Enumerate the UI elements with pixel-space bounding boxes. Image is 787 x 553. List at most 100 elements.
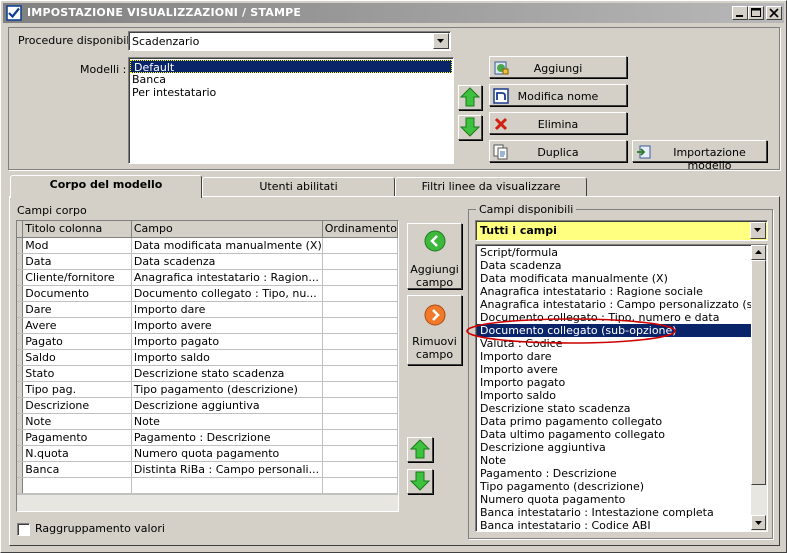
aggiungi-button[interactable]: Aggiungi (489, 56, 627, 78)
campo-move-down-button[interactable] (407, 469, 433, 494)
cell-campo[interactable]: Numero quota pagamento (131, 445, 323, 462)
cell-campo[interactable]: Data modificata manualmente (X) (131, 237, 323, 254)
tab-utenti-abilitati[interactable]: Utenti abilitati (202, 177, 395, 197)
cell-titolo[interactable]: Stato (22, 365, 132, 382)
cell-campo[interactable]: Descrizione stato scadenza (131, 365, 323, 382)
model-move-up-button[interactable] (458, 85, 482, 110)
campi-corpo-grid[interactable]: Titolo colonna Campo Ordinamento Mod Data… (16, 220, 399, 512)
cell-titolo[interactable]: Tipo pag. (22, 381, 132, 398)
campi-disponibili-list[interactable]: Script/formula Data scadenza Data modifica… (475, 244, 768, 532)
cell-titolo[interactable]: Data (22, 253, 132, 270)
cell-titolo[interactable]: Mod (22, 237, 132, 254)
table-row[interactable]: Data Data scadenza (17, 253, 398, 270)
table-row[interactable]: Stato Descrizione stato scadenza (17, 365, 398, 382)
cell-ordinamento[interactable] (322, 365, 398, 382)
raggruppamento-checkbox[interactable] (17, 523, 30, 536)
empty-cell[interactable] (131, 477, 323, 494)
modifica-nome-button[interactable]: Modifica nome (489, 84, 627, 106)
campi-filter-dropdown-button[interactable] (750, 222, 766, 239)
scroll-down-button[interactable] (751, 515, 766, 530)
cell-titolo[interactable]: N.quota (22, 445, 132, 462)
aggiungi-campo-button[interactable]: Aggiungi campo (407, 223, 462, 289)
modelli-item[interactable]: Per intestatario (129, 86, 453, 99)
elimina-button[interactable]: Elimina (489, 112, 627, 134)
table-row[interactable]: Avere Importo avere (17, 317, 398, 334)
campo-disponibile-item[interactable]: Numero quota pagamento (477, 493, 752, 506)
cell-campo[interactable]: Importo dare (131, 301, 323, 318)
campo-disponibile-item[interactable]: Importo pagato (477, 376, 752, 389)
cell-ordinamento[interactable] (322, 397, 398, 414)
campo-disponibile-item[interactable]: Banca intestatario : Codice ABI (477, 519, 752, 531)
campo-disponibile-item[interactable]: Data ultimo pagamento collegato (477, 428, 752, 441)
cell-ordinamento[interactable] (322, 253, 398, 270)
model-move-down-button[interactable] (458, 115, 482, 140)
table-row[interactable]: Pagamento Pagamento : Descrizione (17, 429, 398, 446)
cell-campo[interactable]: Importo avere (131, 317, 323, 334)
cell-campo[interactable]: Documento collegato : Tipo, nu... (131, 285, 323, 302)
cell-campo[interactable]: Tipo pagamento (descrizione) (131, 381, 323, 398)
cell-titolo[interactable]: Descrizione (22, 397, 132, 414)
table-row[interactable]: Saldo Importo saldo (17, 349, 398, 366)
cell-titolo[interactable]: Cliente/fornitore (22, 269, 132, 286)
cell-ordinamento[interactable] (322, 237, 398, 254)
cell-ordinamento[interactable] (322, 333, 398, 350)
campo-disponibile-item[interactable]: Descrizione aggiuntiva (477, 441, 752, 454)
campo-disponibile-item[interactable]: Pagamento : Descrizione (477, 467, 752, 480)
cell-titolo[interactable]: Pagato (22, 333, 132, 350)
cell-titolo[interactable]: Note (22, 413, 132, 430)
table-row[interactable]: Note Note (17, 413, 398, 430)
campo-disponibile-item[interactable]: Data scadenza (477, 259, 752, 272)
cell-ordinamento[interactable] (322, 445, 398, 462)
campo-disponibile-item[interactable]: Banca intestatario : Intestazione comple… (477, 506, 752, 519)
campo-disponibile-item[interactable]: Note (477, 454, 752, 467)
cell-titolo[interactable]: Banca (22, 461, 132, 478)
scroll-thumb[interactable] (751, 260, 766, 485)
cell-campo[interactable]: Pagamento : Descrizione (131, 429, 323, 446)
campo-disponibile-item[interactable]: Data primo pagamento collegato (477, 415, 752, 428)
cell-campo[interactable]: Anagrafica intestatario : Ragion... (131, 269, 323, 286)
table-row[interactable]: Descrizione Descrizione aggiuntiva (17, 397, 398, 414)
cell-ordinamento[interactable] (322, 413, 398, 430)
cell-ordinamento[interactable] (322, 301, 398, 318)
grid-horizontal-scrollbar[interactable] (17, 494, 398, 511)
campi-filter-combobox[interactable]: Tutti i campi (475, 220, 768, 241)
column-header-campo[interactable]: Campo (131, 221, 323, 238)
duplica-button[interactable]: Duplica (489, 140, 627, 162)
campo-disponibile-item[interactable]: Importo saldo (477, 389, 752, 402)
empty-cell[interactable] (22, 477, 132, 494)
cell-campo[interactable]: Data scadenza (131, 253, 323, 270)
cell-ordinamento[interactable] (322, 429, 398, 446)
cell-titolo[interactable]: Avere (22, 317, 132, 334)
table-row[interactable]: Pagato Importo pagato (17, 333, 398, 350)
cell-titolo[interactable]: Dare (22, 301, 132, 318)
campo-disponibile-item[interactable]: Tipo pagamento (descrizione) (477, 480, 752, 493)
modelli-list[interactable]: Default Banca Per intestatario (128, 57, 454, 164)
modelli-item[interactable]: Default (130, 60, 452, 74)
campo-disponibile-item[interactable]: Script/formula (477, 246, 752, 259)
tab-corpo-del-modello[interactable]: Corpo del modello (10, 175, 202, 198)
column-header-titolo[interactable]: Titolo colonna (22, 221, 132, 238)
cell-ordinamento[interactable] (322, 269, 398, 286)
cell-titolo[interactable]: Saldo (22, 349, 132, 366)
campo-disponibile-item[interactable]: Anagrafica intestatario : Ragione social… (477, 285, 752, 298)
table-row[interactable]: Documento Documento collegato : Tipo, nu.… (17, 285, 398, 302)
cell-campo[interactable]: Distinta RiBa : Campo personali... (131, 461, 323, 478)
table-row[interactable]: Mod Data modificata manualmente (X) (17, 237, 398, 254)
table-row[interactable]: N.quota Numero quota pagamento (17, 445, 398, 462)
list-vertical-scrollbar[interactable] (751, 245, 767, 531)
close-button[interactable] (766, 6, 782, 20)
procedure-dropdown-button[interactable] (433, 33, 449, 49)
modelli-item[interactable]: Banca (129, 73, 453, 86)
scroll-up-button[interactable] (751, 245, 766, 260)
campo-disponibile-item[interactable]: Importo dare (477, 350, 752, 363)
tab-filtri-linee[interactable]: Filtri linee da visualizzare (395, 177, 587, 197)
cell-ordinamento[interactable] (322, 381, 398, 398)
cell-titolo[interactable]: Pagamento (22, 429, 132, 446)
cell-campo[interactable]: Descrizione aggiuntiva (131, 397, 323, 414)
campo-disponibile-item[interactable]: Importo avere (477, 363, 752, 376)
minimize-button[interactable] (732, 6, 748, 20)
cell-ordinamento[interactable] (322, 349, 398, 366)
procedure-combobox[interactable]: Scadenzario (128, 31, 451, 51)
cell-ordinamento[interactable] (322, 285, 398, 302)
cell-campo[interactable]: Importo saldo (131, 349, 323, 366)
